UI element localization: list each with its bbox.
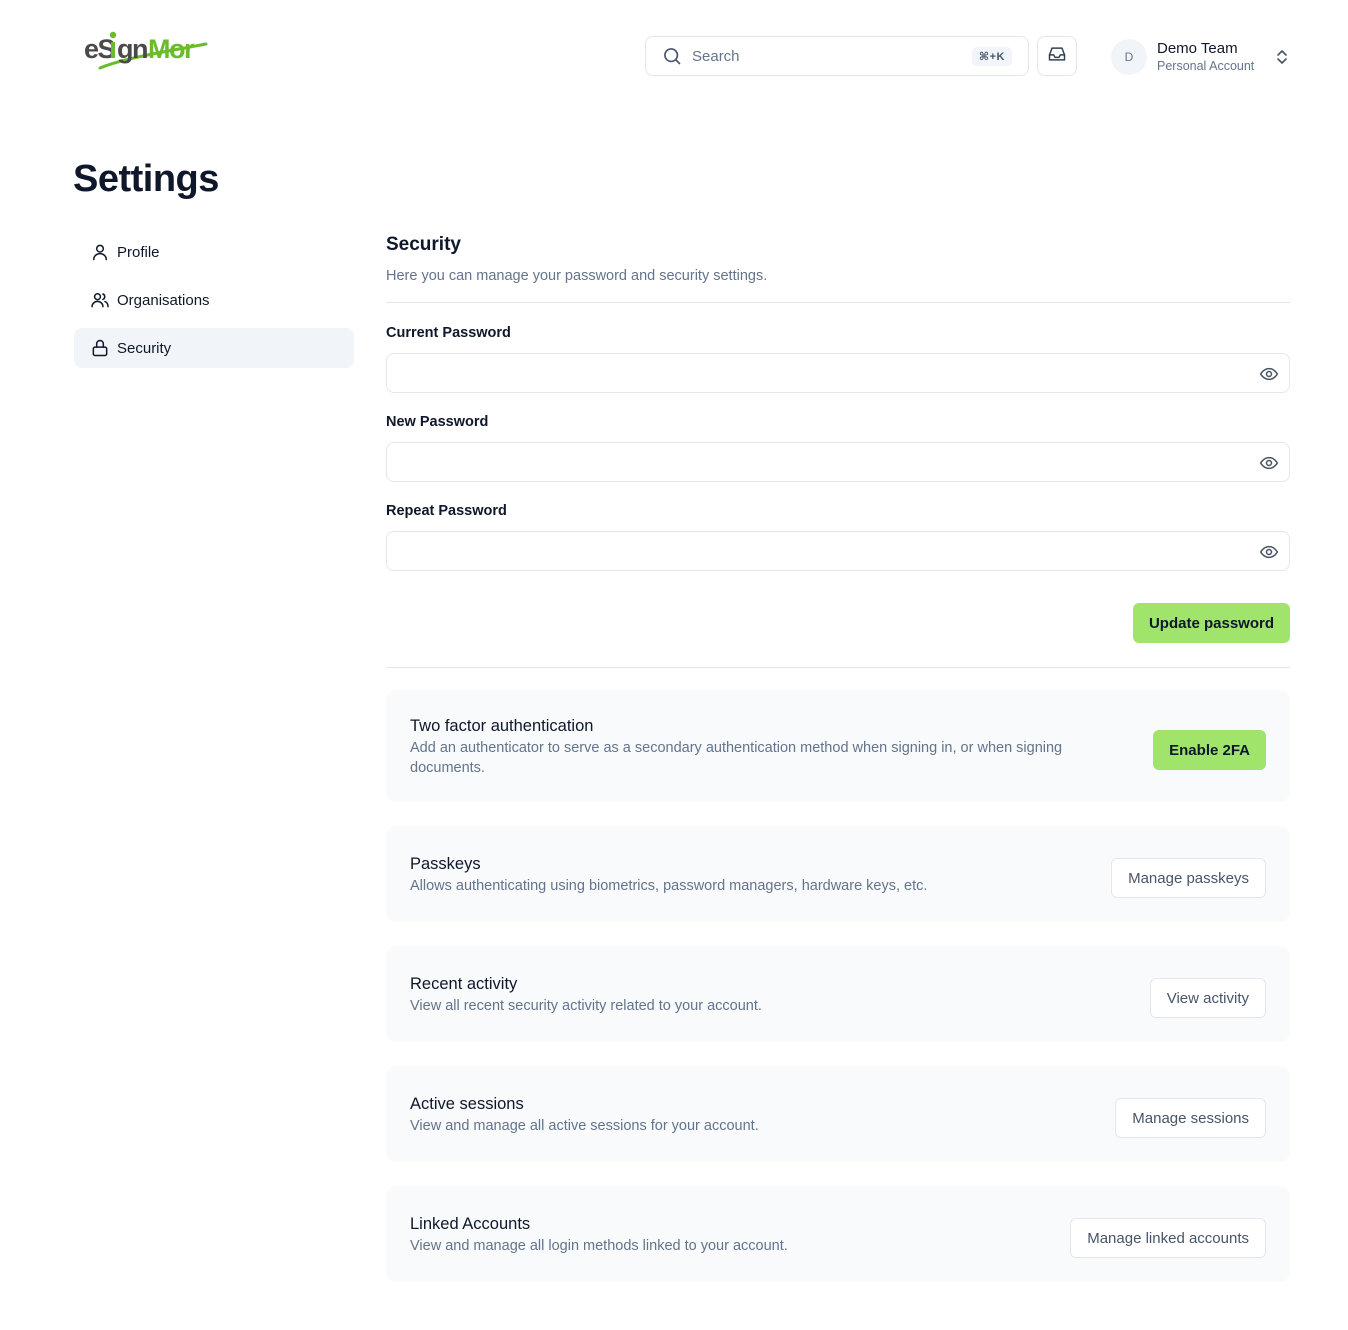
manage-linked-accounts-button[interactable]: Manage linked accounts	[1070, 1218, 1266, 1258]
user-icon	[90, 242, 110, 262]
security-section: Security Here you can manage your passwo…	[386, 234, 1290, 668]
eye-icon[interactable]	[1259, 364, 1279, 384]
settings-sidebar: Profile Organisations Security	[74, 232, 354, 376]
current-password-field-wrapper	[386, 353, 1290, 393]
repeat-password-field-wrapper	[386, 531, 1290, 571]
manage-sessions-button[interactable]: Manage sessions	[1115, 1098, 1266, 1138]
account-name: Demo Team	[1157, 40, 1238, 57]
sidebar-item-label: Organisations	[117, 291, 210, 309]
account-switcher[interactable]: D Demo Team Personal Account	[1111, 38, 1289, 76]
current-password-label: Current Password	[386, 325, 511, 341]
new-password-field-wrapper	[386, 442, 1290, 482]
manage-passkeys-button[interactable]: Manage passkeys	[1111, 858, 1266, 898]
inbox-button[interactable]	[1037, 36, 1077, 76]
search-bar[interactable]: Search ⌘+K	[645, 36, 1029, 76]
sidebar-item-profile[interactable]: Profile	[74, 232, 354, 272]
search-shortcut-badge: ⌘+K	[971, 46, 1012, 66]
search-placeholder: Search	[692, 47, 740, 65]
account-info: Demo Team Personal Account	[1157, 40, 1275, 74]
card-description: Allows authenticating using biometrics, …	[410, 878, 928, 894]
active-sessions-card: Active sessions View and manage all acti…	[386, 1066, 1290, 1162]
card-title: Recent activity	[410, 975, 518, 993]
logo-image: eS gn Mor	[84, 31, 208, 70]
avatar: D	[1111, 39, 1147, 75]
eye-icon[interactable]	[1259, 542, 1279, 562]
new-password-input[interactable]	[387, 443, 1289, 481]
account-type: Personal Account	[1157, 59, 1255, 73]
svg-text:Mor: Mor	[148, 34, 195, 64]
card-description: View all recent security activity relate…	[410, 998, 762, 1014]
section-title: Security	[386, 234, 461, 255]
section-description: Here you can manage your password and se…	[386, 268, 768, 284]
sidebar-item-label: Profile	[117, 243, 160, 261]
card-title: Passkeys	[410, 855, 481, 873]
lock-icon	[90, 338, 110, 358]
two-factor-card: Two factor authentication Add an authent…	[386, 690, 1290, 802]
search-icon	[662, 46, 682, 66]
sidebar-item-security[interactable]: Security	[74, 328, 354, 368]
sidebar-item-label: Security	[117, 339, 172, 357]
card-title: Active sessions	[410, 1095, 524, 1113]
card-title: Linked Accounts	[410, 1215, 531, 1233]
sidebar-item-organisations[interactable]: Organisations	[74, 280, 354, 320]
card-description: Add an authenticator to serve as a secon…	[410, 740, 1063, 776]
recent-activity-card: Recent activity View all recent security…	[386, 946, 1290, 1042]
new-password-label: New Password	[386, 414, 489, 430]
view-activity-button[interactable]: View activity	[1149, 978, 1266, 1018]
eye-icon[interactable]	[1259, 453, 1279, 473]
page-title: Settings	[73, 158, 219, 200]
linked-accounts-card: Linked Accounts View and manage all logi…	[386, 1186, 1290, 1282]
svg-text:gn: gn	[117, 34, 147, 64]
section-divider	[386, 302, 1290, 303]
current-password-input[interactable]	[387, 354, 1289, 392]
chevron-up-down-icon	[1275, 48, 1289, 66]
inbox-icon	[1047, 44, 1067, 69]
card-title: Two factor authentication	[410, 717, 594, 735]
repeat-password-input[interactable]	[387, 532, 1289, 570]
card-description: View and manage all active sessions for …	[410, 1118, 759, 1134]
card-description: View and manage all login methods linked…	[410, 1238, 788, 1254]
enable-2fa-button[interactable]: Enable 2FA	[1153, 730, 1266, 770]
svg-text:eS: eS	[84, 34, 115, 64]
repeat-password-label: Repeat Password	[386, 503, 507, 519]
section-divider	[386, 667, 1290, 668]
update-password-button[interactable]: Update password	[1132, 603, 1290, 643]
brand-logo[interactable]: eS gn Mor	[84, 28, 210, 74]
passkeys-card: Passkeys Allows authenticating using bio…	[386, 826, 1290, 922]
users-icon	[90, 290, 110, 310]
